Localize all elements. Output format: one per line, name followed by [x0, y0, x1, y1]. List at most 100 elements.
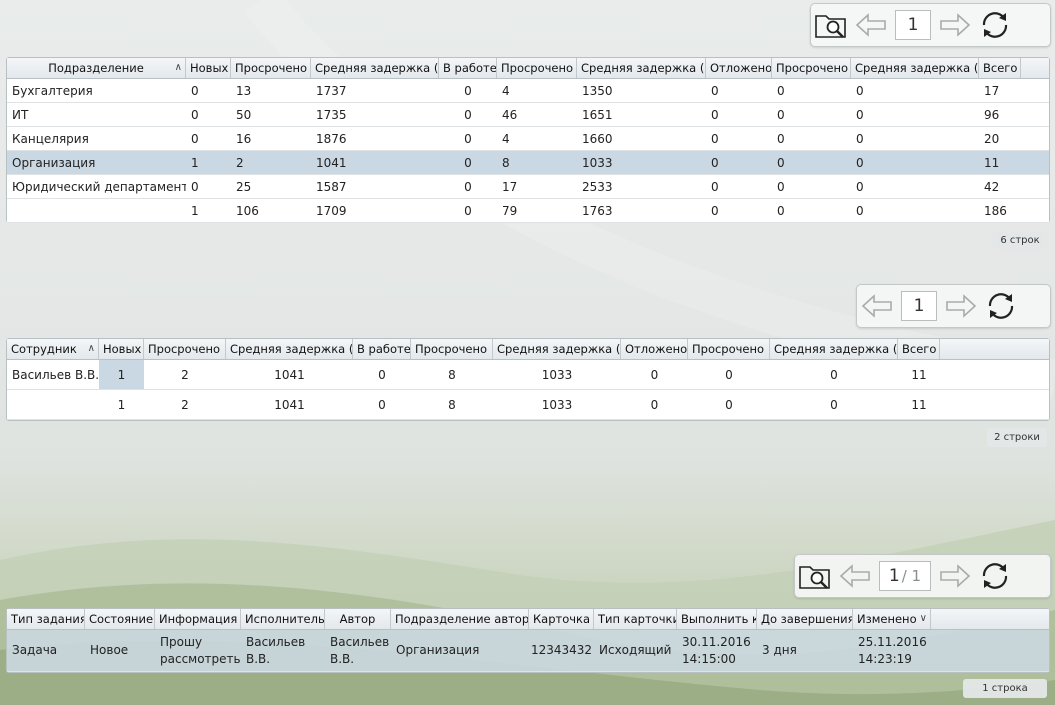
sort-up-icon: ∧	[174, 62, 182, 73]
table-cell: 11	[911, 397, 927, 412]
folder-search-icon[interactable]	[795, 556, 835, 596]
table-cell: 30.11.2016 14:15:00	[682, 634, 751, 666]
column-header[interactable]: Отложено	[621, 339, 688, 359]
table-row[interactable]: Канцелярия 0 16 1876 0 4 1660 0 0 0 20	[7, 127, 1049, 151]
table-cell: 8	[448, 367, 456, 382]
table-cell: 0	[378, 397, 386, 412]
tasks-grid: Тип задания Состояние Информация Исполни…	[6, 608, 1050, 673]
column-header[interactable]: Сотрудник ∧	[7, 339, 99, 359]
column-header[interactable]: В работе	[353, 339, 411, 359]
table-cell: 186	[984, 203, 1007, 218]
column-header[interactable]: Средняя задержка (ч)	[493, 339, 621, 359]
page-number[interactable]: 1	[901, 291, 937, 321]
column-header[interactable]: Всего	[979, 58, 1021, 78]
table-cell: Васильев В.В.	[246, 634, 306, 666]
refresh-icon[interactable]	[981, 286, 1021, 326]
column-header[interactable]: Тип карточки	[594, 609, 677, 629]
table-cell: 1041	[316, 155, 347, 170]
column-header[interactable]: Средняя задержка (ч)	[851, 58, 979, 78]
table-cell: 0	[464, 203, 472, 218]
arrow-right-icon[interactable]	[935, 5, 975, 45]
table-cell: Канцелярия	[12, 131, 89, 146]
column-header[interactable]: Просрочено	[231, 58, 311, 78]
grid-body: Бухгалтерия 0 13 1737 0 4 1350 0 0 0 17 ИТ 0 50 1735 0 4…	[7, 79, 1049, 223]
table-cell: 1	[117, 397, 126, 412]
table-cell: 0	[830, 367, 838, 382]
column-header[interactable]: Новых	[186, 58, 231, 78]
table-cell: 0	[191, 179, 199, 194]
table-cell: 2	[181, 397, 189, 412]
column-header[interactable]: Отложено	[706, 58, 772, 78]
table-cell: 96	[984, 107, 1000, 122]
column-header[interactable]: Просрочено	[497, 58, 577, 78]
page-number[interactable]: 1	[895, 10, 931, 40]
table-cell: ИТ	[12, 107, 29, 122]
column-header[interactable]: Средняя задержка (ч)	[311, 58, 439, 78]
column-header[interactable]: До завершения	[757, 609, 853, 629]
table-cell: 0	[711, 203, 719, 218]
table-row[interactable]: 1 106 1709 0 79 1763 0 0 0 186	[7, 199, 1049, 223]
column-header[interactable]: Просрочено	[772, 58, 851, 78]
grid-body: Васильев В.В. 1 2 1041 0 8 1033 0 0 0 11 1 2 1041 0 8 10…	[7, 360, 1049, 420]
table-cell: 12343432	[530, 643, 593, 657]
table-row[interactable]: Васильев В.В. 1 2 1041 0 8 1033 0 0 0 11	[7, 360, 1049, 390]
page-number[interactable]: 1/ 1	[879, 561, 931, 591]
table-cell: 1763	[582, 203, 613, 218]
tasks-toolbar: 1/ 1	[794, 554, 1051, 598]
table-cell: 0	[777, 203, 785, 218]
table-cell: Прошу рассмотреть	[160, 634, 241, 666]
table-cell: 2	[236, 155, 244, 170]
table-row[interactable]: ИТ 0 50 1735 0 46 1651 0 0 0 96	[7, 103, 1049, 127]
refresh-icon[interactable]	[975, 5, 1015, 45]
column-header[interactable]: Всего	[898, 339, 940, 359]
refresh-icon[interactable]	[975, 556, 1015, 596]
table-cell: 1041	[274, 397, 305, 412]
column-header[interactable]: Тип задания	[7, 609, 85, 629]
column-header[interactable]: В работе	[439, 58, 497, 78]
arrow-left-icon[interactable]	[857, 286, 897, 326]
table-cell: 0	[777, 83, 785, 98]
table-cell: 0	[191, 131, 199, 146]
column-header[interactable]: Состояние	[85, 609, 155, 629]
grid-body: Задача Новое Прошу рассмотреть Васильев В.В…	[7, 630, 1049, 672]
row-count: 6 строк	[993, 231, 1047, 250]
column-header[interactable]: Средняя задержка (ч)	[770, 339, 898, 359]
arrow-left-icon[interactable]	[835, 556, 875, 596]
table-cell: 0	[464, 155, 472, 170]
column-header[interactable]: Подразделение автора	[391, 609, 529, 629]
table-cell: Организация	[396, 643, 480, 657]
column-header[interactable]: Карточка	[529, 609, 594, 629]
table-cell: Новое	[90, 643, 129, 657]
column-header[interactable]: Средняя задержка (ч)	[577, 58, 706, 78]
table-row[interactable]: Юридический департамент 0 25 1587 0 17 2533 0 0 0…	[7, 175, 1049, 199]
arrow-right-icon[interactable]	[941, 286, 981, 326]
table-cell: 0	[464, 131, 472, 146]
column-header[interactable]: Просрочено	[411, 339, 493, 359]
column-header[interactable]: Просрочено	[688, 339, 770, 359]
sort-down-icon: ∨	[919, 613, 927, 624]
arrow-right-icon[interactable]	[935, 556, 975, 596]
table-cell: 42	[984, 179, 1000, 194]
table-cell: Васильев В.В.	[12, 367, 99, 382]
table-cell: 1033	[541, 397, 573, 412]
table-cell: Задача	[12, 643, 58, 657]
column-header[interactable]: Информация	[155, 609, 241, 629]
column-header[interactable]: Средняя задержка (ч)	[226, 339, 353, 359]
table-cell: 1735	[316, 107, 347, 122]
table-cell: Васильев В.В.	[330, 634, 390, 666]
table-cell: 11	[984, 155, 1000, 170]
table-row[interactable]: Задача Новое Прошу рассмотреть Васильев В.В…	[7, 630, 1049, 672]
column-header[interactable]: Новых	[99, 339, 144, 359]
column-header[interactable]: Подразделение ∧	[7, 58, 186, 78]
table-cell: 0	[777, 107, 785, 122]
column-header[interactable]: Изменено ∨	[853, 609, 931, 629]
table-row[interactable]: Организация 1 2 1041 0 8 1033 0 0 0 11	[7, 151, 1049, 175]
folder-search-icon[interactable]	[811, 5, 851, 45]
column-header[interactable]: Просрочено	[144, 339, 226, 359]
column-header[interactable]: Исполнитель	[241, 609, 325, 629]
column-header[interactable]: Автор	[325, 609, 391, 629]
table-row[interactable]: 1 2 1041 0 8 1033 0 0 0 11	[7, 390, 1049, 420]
table-row[interactable]: Бухгалтерия 0 13 1737 0 4 1350 0 0 0 17	[7, 79, 1049, 103]
column-header[interactable]: Выполнить к	[677, 609, 757, 629]
arrow-left-icon[interactable]	[851, 5, 891, 45]
